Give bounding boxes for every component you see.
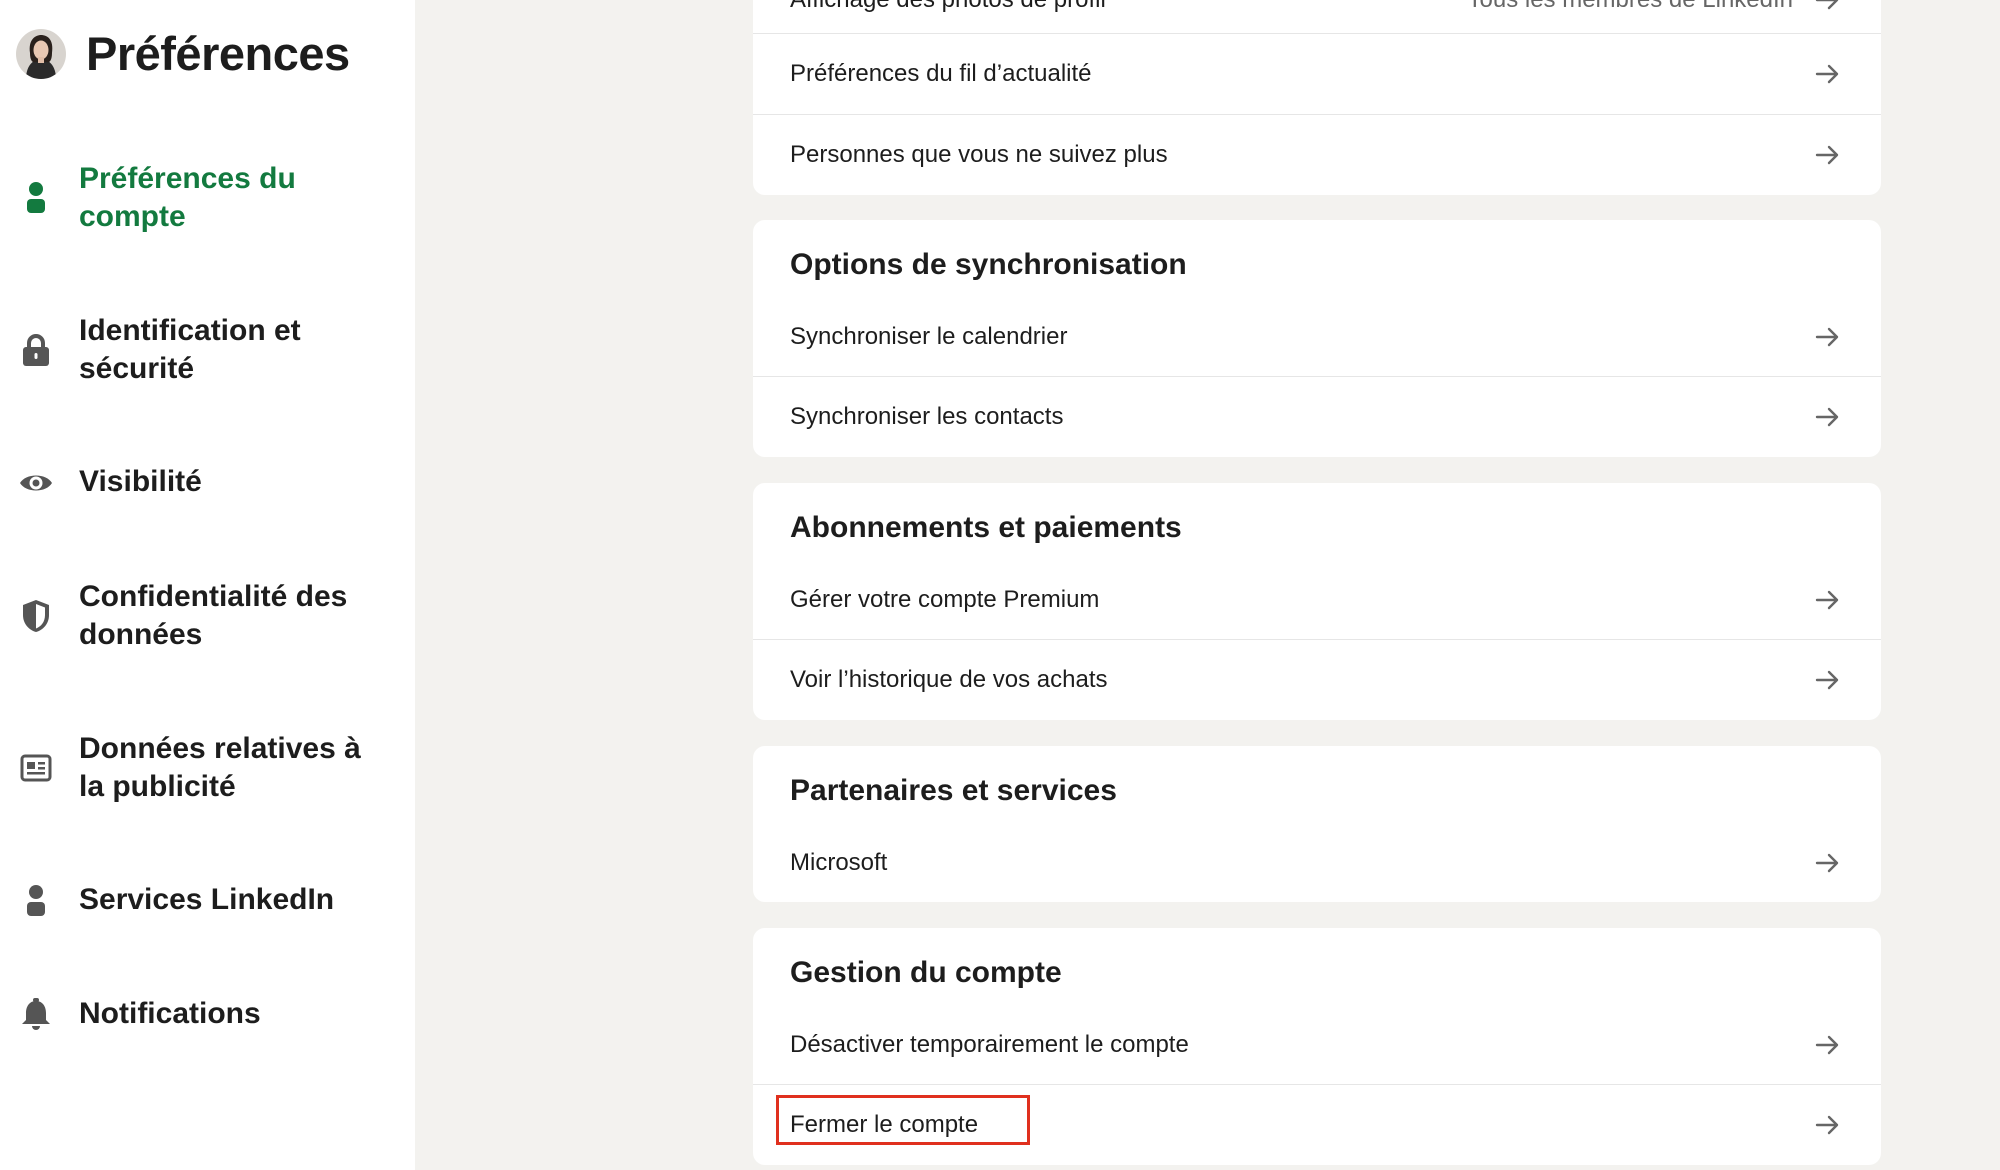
arrow-right-icon [1815, 590, 1839, 610]
settings-card-general: Affichage des photos de profil Tous les … [753, 0, 1881, 195]
arrow-right-icon [1815, 327, 1839, 347]
settings-card-partners: Partenaires et services Microsoft [753, 746, 1881, 902]
row-manage-premium[interactable]: Gérer votre compte Premium [753, 560, 1881, 640]
row-unfollowed[interactable]: Personnes que vous ne suivez plus [753, 115, 1881, 195]
sidebar-item-label: Confidentialité des données [79, 580, 348, 651]
sidebar-item-label: Identification et sécurité [79, 314, 301, 385]
sidebar-item-label: Préférences du compte [79, 162, 296, 233]
section-title: Gestion du compte [790, 956, 1062, 989]
arrow-right-icon [1815, 1035, 1839, 1055]
person-icon [18, 883, 54, 919]
sidebar-item-account-preferences[interactable]: Préférences du compte [0, 160, 400, 236]
sidebar-item-label: Visibilité [79, 465, 202, 498]
row-label: Synchroniser le calendrier [790, 323, 1068, 350]
row-sync-contacts[interactable]: Synchroniser les contacts [753, 377, 1881, 457]
row-close-account[interactable]: Fermer le compte [753, 1085, 1881, 1165]
arrow-right-icon [1815, 670, 1839, 690]
sidebar-item-sign-in-security[interactable]: Identification et sécurité [0, 312, 400, 388]
shield-icon [18, 598, 54, 634]
row-label: Fermer le compte [790, 1111, 979, 1138]
sidebar-item-linkedin-services[interactable]: Services LinkedIn [0, 881, 400, 921]
row-label: Désactiver temporairement le compte [790, 1031, 1189, 1058]
sidebar-item-label: Notifications [79, 997, 261, 1030]
sidebar-item-label: Données relatives à la publicité [79, 732, 361, 803]
sidebar: Préférences Préférences du compte Identi… [0, 0, 415, 1170]
eye-icon [18, 465, 54, 501]
arrow-right-icon [1815, 407, 1839, 427]
sidebar-header: Préférences [16, 26, 350, 81]
row-label: Préférences du fil d’actualité [790, 60, 1092, 87]
sidebar-item-data-privacy[interactable]: Confidentialité des données [0, 578, 400, 654]
row-label: Personnes que vous ne suivez plus [790, 141, 1168, 168]
row-feed-preferences[interactable]: Préférences du fil d’actualité [753, 34, 1881, 114]
row-purchase-history[interactable]: Voir l’historique de vos achats [753, 640, 1881, 720]
row-label: Synchroniser les contacts [790, 403, 1064, 430]
sidebar-item-label: Services LinkedIn [79, 883, 335, 916]
arrow-right-icon [1815, 1115, 1839, 1135]
settings-card-sync: Options de synchronisation Synchroniser … [753, 220, 1881, 457]
section-title: Partenaires et services [790, 774, 1117, 807]
newspaper-icon [18, 750, 54, 786]
bell-icon [18, 997, 54, 1033]
page-title: Préférences [86, 27, 350, 80]
section-title: Abonnements et paiements [790, 511, 1182, 544]
arrow-right-icon [1815, 0, 1839, 10]
arrow-right-icon [1815, 853, 1839, 873]
sidebar-item-advertising-data[interactable]: Données relatives à la publicité [0, 730, 400, 806]
row-label: Gérer votre compte Premium [790, 586, 1100, 613]
lock-icon [18, 332, 54, 368]
section-title: Options de synchronisation [790, 248, 1187, 281]
row-microsoft[interactable]: Microsoft [753, 823, 1881, 903]
settings-card-billing: Abonnements et paiements Gérer votre com… [753, 483, 1881, 720]
row-label: Voir l’historique de vos achats [790, 666, 1108, 693]
row-deactivate-account[interactable]: Désactiver temporairement le compte [753, 1005, 1881, 1085]
row-label: Microsoft [790, 849, 888, 876]
person-icon [18, 180, 54, 216]
sidebar-item-visibility[interactable]: Visibilité [0, 463, 400, 503]
row-sync-calendar[interactable]: Synchroniser le calendrier [753, 297, 1881, 377]
avatar[interactable] [16, 28, 66, 79]
arrow-right-icon [1815, 145, 1839, 165]
sidebar-item-notifications[interactable]: Notifications [0, 995, 400, 1035]
arrow-right-icon [1815, 64, 1839, 84]
settings-card-account-management: Gestion du compte Désactiver temporairem… [753, 928, 1881, 1165]
